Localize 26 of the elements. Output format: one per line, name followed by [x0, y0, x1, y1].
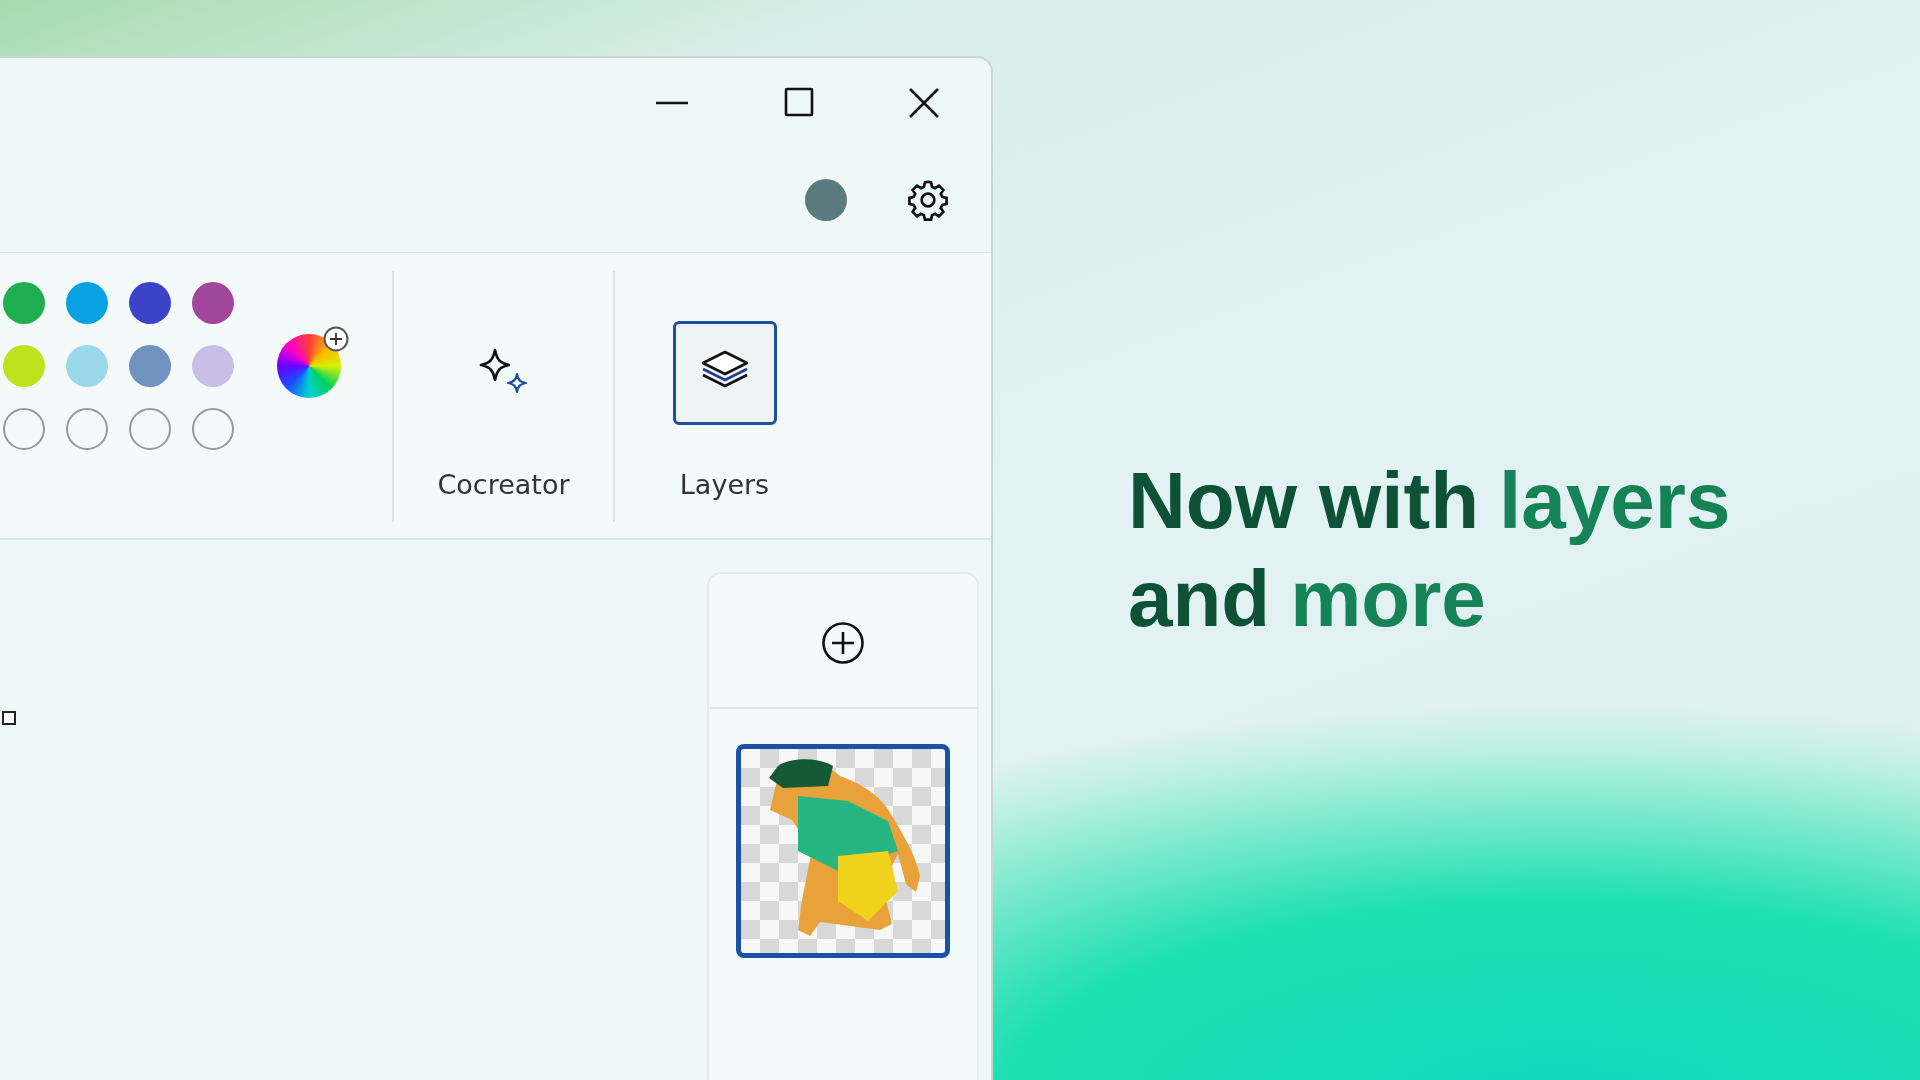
- color-swatch[interactable]: [3, 345, 45, 387]
- color-swatch[interactable]: [192, 345, 234, 387]
- color-swatch[interactable]: [3, 282, 45, 324]
- layers-button[interactable]: [672, 321, 777, 425]
- color-wheel-icon[interactable]: [277, 334, 341, 398]
- color-swatch[interactable]: [66, 282, 108, 324]
- color-swatch[interactable]: [66, 345, 108, 387]
- add-layer-button[interactable]: [821, 621, 865, 665]
- color-swatch[interactable]: [192, 282, 234, 324]
- color-swatch[interactable]: [129, 345, 171, 387]
- tool-label: Cocreator: [437, 469, 570, 500]
- empty-color-slot[interactable]: [3, 408, 45, 450]
- tool-label: Layers: [679, 469, 770, 500]
- color-swatch[interactable]: [129, 282, 171, 324]
- add-color-icon[interactable]: [323, 326, 349, 352]
- empty-color-slot[interactable]: [192, 408, 234, 450]
- layer-thumbnail[interactable]: [736, 744, 950, 958]
- minimize-icon: [656, 101, 688, 105]
- headline-text: and: [1128, 553, 1271, 645]
- avatar[interactable]: [805, 179, 847, 221]
- headline-text: Now with: [1128, 455, 1480, 547]
- resize-handle[interactable]: [2, 711, 16, 725]
- headline-text: layers: [1499, 455, 1731, 547]
- headline-text: more: [1290, 553, 1486, 645]
- empty-color-slot[interactable]: [66, 408, 108, 450]
- empty-color-slot[interactable]: [129, 408, 171, 450]
